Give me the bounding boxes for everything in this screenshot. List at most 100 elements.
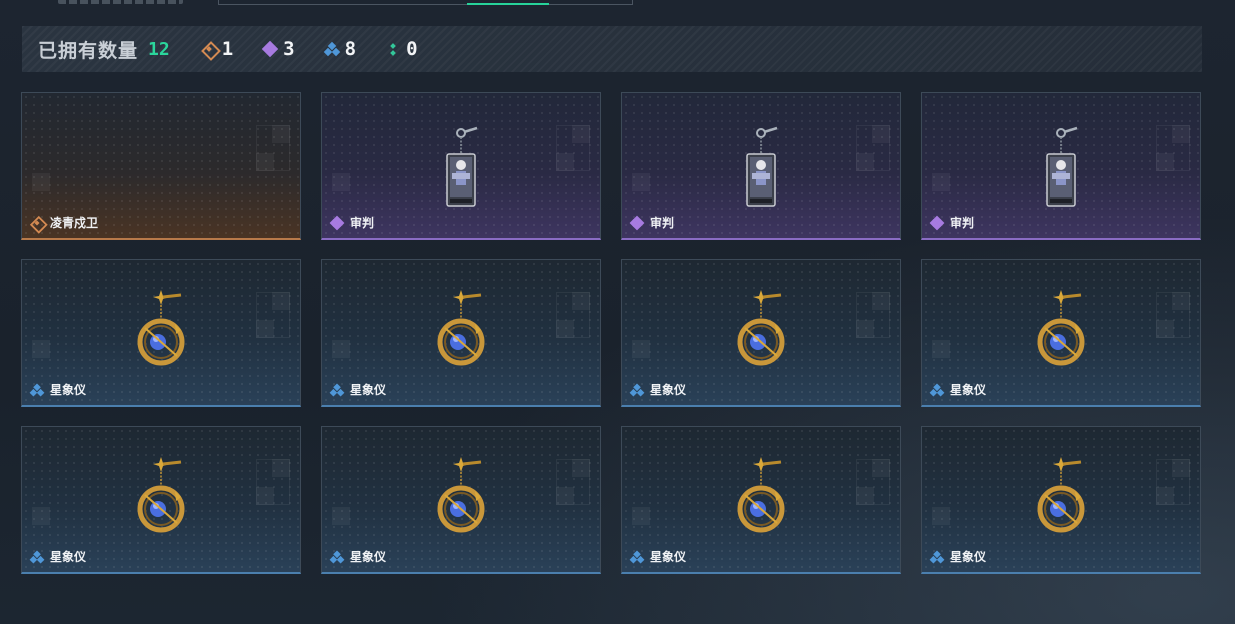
item-name: 星象仪 <box>650 383 687 397</box>
item-name: 星象仪 <box>650 550 687 564</box>
item-card[interactable]: 审判 <box>321 92 601 240</box>
card-decoration <box>32 340 50 358</box>
item-name-row: 星象仪 <box>30 381 86 398</box>
card-decoration <box>256 292 290 338</box>
item-name: 星象仪 <box>50 383 87 397</box>
card-decoration <box>932 340 950 358</box>
card-decoration <box>332 507 350 525</box>
item-name-row: 星象仪 <box>930 381 986 398</box>
item-card[interactable]: 审判 <box>621 92 901 240</box>
blue-rarity-counter: 8 <box>325 38 356 60</box>
blue-rarity-icon <box>331 550 344 563</box>
owned-summary-bar: 已拥有数量 12 1 3 8 0 <box>22 26 1202 72</box>
item-name: 星象仪 <box>350 550 387 564</box>
item-name: 审判 <box>950 216 975 230</box>
purple-rarity-icon <box>263 42 277 56</box>
tarot-card-charm-icon <box>431 121 491 211</box>
tarot-card-charm-icon <box>731 121 791 211</box>
purple-rarity-icon <box>331 216 344 229</box>
item-card[interactable]: 星象仪 <box>321 259 601 407</box>
collection-screen: 已拥有数量 12 1 3 8 0 凌青戍卫 审判 审判 审判 星象仪 星象仪 星… <box>0 0 1235 624</box>
purple-rarity-icon <box>931 216 944 229</box>
card-decoration <box>32 173 50 191</box>
purple-rarity-counter: 3 <box>263 38 294 60</box>
card-decoration <box>932 507 950 525</box>
card-decoration <box>256 459 290 505</box>
item-card[interactable]: 审判 <box>921 92 1201 240</box>
item-name: 星象仪 <box>950 383 987 397</box>
blue-rarity-icon <box>631 550 644 563</box>
item-card[interactable]: 凌青戍卫 <box>21 92 301 240</box>
card-decoration <box>256 125 290 171</box>
item-name: 星象仪 <box>50 550 87 564</box>
item-card[interactable]: 星象仪 <box>21 259 301 407</box>
orange-rarity-icon <box>31 216 44 229</box>
card-decoration <box>556 125 590 171</box>
orange-rarity-icon <box>202 42 216 56</box>
item-name-row: 审判 <box>330 214 374 231</box>
orange-count: 1 <box>221 38 234 60</box>
astrolabe-charm-icon <box>1031 288 1091 378</box>
card-decoration <box>1156 125 1190 171</box>
astrolabe-charm-icon <box>1031 455 1091 545</box>
blue-rarity-icon <box>325 42 339 56</box>
item-name: 审判 <box>650 216 675 230</box>
blue-rarity-icon <box>631 383 644 396</box>
card-decoration <box>1156 292 1190 338</box>
tarot-card-charm-icon <box>1031 121 1091 211</box>
card-decoration <box>632 507 650 525</box>
item-name-row: 星象仪 <box>330 548 386 565</box>
item-name-row: 星象仪 <box>630 548 686 565</box>
card-decoration <box>332 340 350 358</box>
card-decoration <box>632 340 650 358</box>
green-rarity-counter: 0 <box>386 38 417 60</box>
card-decoration <box>932 173 950 191</box>
astrolabe-charm-icon <box>431 288 491 378</box>
astrolabe-charm-icon <box>131 288 191 378</box>
card-decoration <box>556 459 590 505</box>
blue-rarity-icon <box>331 383 344 396</box>
item-name-row: 审判 <box>930 214 974 231</box>
card-decoration <box>856 459 890 505</box>
top-tab-strip <box>0 0 1235 8</box>
astrolabe-charm-icon <box>731 455 791 545</box>
card-decoration <box>556 292 590 338</box>
item-card[interactable]: 星象仪 <box>621 259 901 407</box>
astrolabe-charm-icon <box>131 455 191 545</box>
item-grid: 凌青戍卫 审判 审判 审判 星象仪 星象仪 星象仪 星象仪 星象仪 星象仪 星象… <box>21 92 1201 574</box>
item-card[interactable]: 星象仪 <box>921 426 1201 574</box>
blue-rarity-icon <box>931 550 944 563</box>
card-decoration <box>856 125 890 171</box>
card-decoration <box>856 292 890 338</box>
purple-count: 3 <box>283 38 295 60</box>
item-name: 审判 <box>350 216 375 230</box>
item-card[interactable]: 星象仪 <box>921 259 1201 407</box>
cropped-header-title <box>58 0 183 4</box>
item-card[interactable]: 星象仪 <box>621 426 901 574</box>
item-name-row: 星象仪 <box>630 381 686 398</box>
active-tab-indicator <box>467 3 549 5</box>
item-name-row: 星象仪 <box>330 381 386 398</box>
card-decoration <box>1156 459 1190 505</box>
item-name-row: 星象仪 <box>30 548 86 565</box>
green-count: 0 <box>406 38 418 60</box>
blue-rarity-icon <box>31 550 44 563</box>
item-name: 凌青戍卫 <box>50 216 99 230</box>
owned-count-label: 已拥有数量 <box>38 39 139 62</box>
green-rarity-icon <box>386 42 400 56</box>
item-name-row: 星象仪 <box>930 548 986 565</box>
tab-bar[interactable] <box>218 0 633 5</box>
blue-rarity-icon <box>931 383 944 396</box>
card-decoration <box>32 507 50 525</box>
item-name: 星象仪 <box>350 383 387 397</box>
card-decoration <box>632 173 650 191</box>
astrolabe-charm-icon <box>731 288 791 378</box>
item-card[interactable]: 星象仪 <box>21 426 301 574</box>
blue-count: 8 <box>344 38 357 60</box>
purple-rarity-icon <box>631 216 644 229</box>
item-card[interactable]: 星象仪 <box>321 426 601 574</box>
orange-rarity-counter: 1 <box>202 38 233 60</box>
item-name-row: 审判 <box>630 214 674 231</box>
owned-total: 12 <box>148 38 170 60</box>
item-name: 星象仪 <box>950 550 987 564</box>
